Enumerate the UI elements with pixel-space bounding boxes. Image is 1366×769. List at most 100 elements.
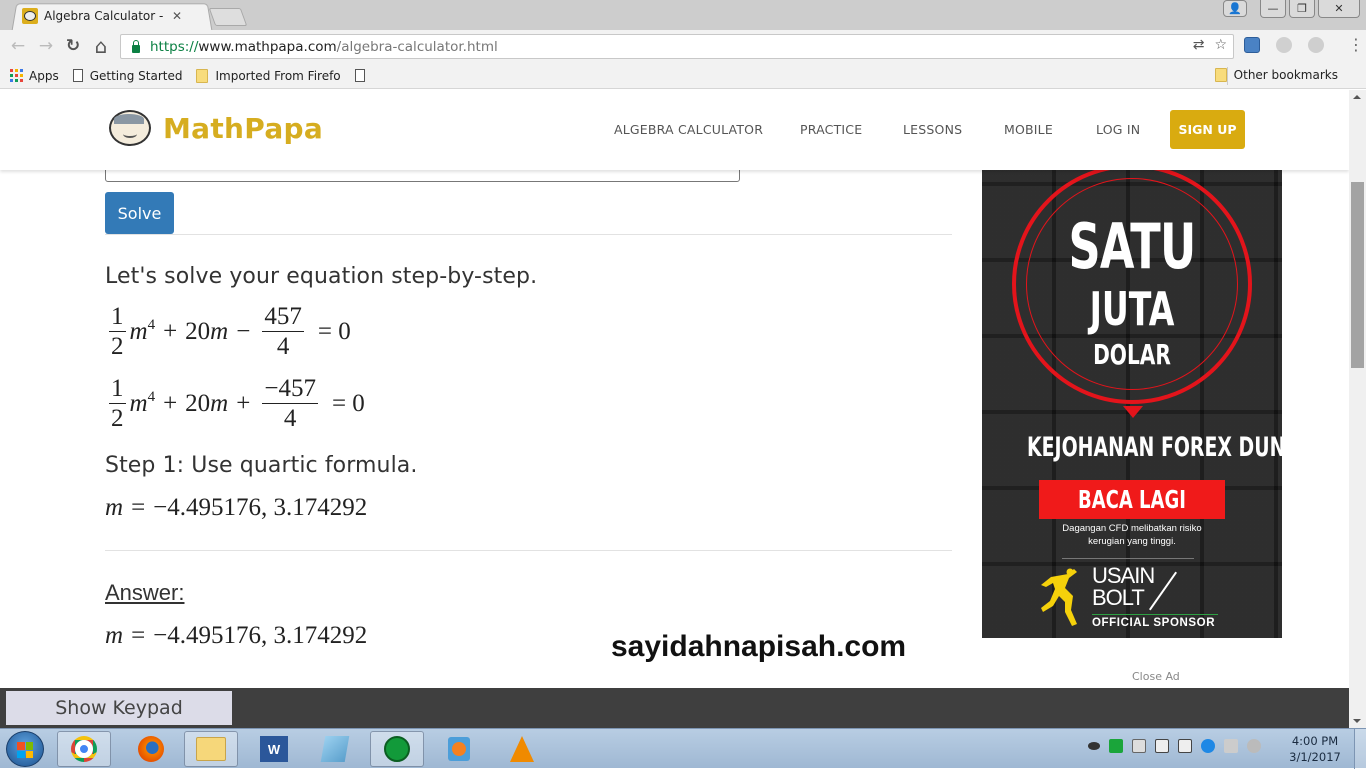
nav-practice[interactable]: PRACTICE: [800, 122, 862, 137]
page-viewport: Solve Let's solve your equation step-by-…: [0, 90, 1349, 688]
start-button[interactable]: [6, 731, 44, 767]
watermark-text: sayidahnapisah.com: [611, 630, 907, 663]
minimize-button[interactable]: —: [1260, 0, 1286, 18]
coefficient: 20: [185, 389, 211, 417]
wifi-icon: [384, 736, 410, 762]
mathpapa-favicon-icon: [22, 8, 38, 24]
browser-tabstrip: Algebra Calculator - Math ✕ 👤 — ❐ ✕: [0, 0, 1366, 31]
home-icon[interactable]: ⌂: [91, 34, 111, 58]
site-logo[interactable]: MathPapa: [109, 110, 323, 146]
profile-icon[interactable]: 👤: [1223, 0, 1247, 17]
power-icon[interactable]: [1178, 739, 1192, 753]
bookmark-apps[interactable]: Apps: [0, 69, 59, 83]
browser-tab-content[interactable]: Algebra Calculator - Math ✕: [22, 6, 182, 26]
notepad-icon: [320, 736, 350, 762]
step-1-result: m = −4.495176, 3.174292: [105, 494, 367, 522]
step-1-text: Step 1: Use quartic formula.: [105, 453, 418, 478]
action-center-flag-icon[interactable]: [1132, 739, 1146, 753]
windows-logo-icon: [17, 742, 33, 758]
show-desktop-button[interactable]: [1354, 729, 1366, 769]
bookmark-untitled[interactable]: [354, 69, 372, 82]
translate-icon[interactable]: ⇄: [1193, 37, 1205, 53]
operator: +: [163, 389, 178, 417]
page-icon: [354, 69, 365, 82]
network-icon[interactable]: [1155, 739, 1169, 753]
bookmark-label: Apps: [29, 68, 59, 83]
solve-button[interactable]: Solve: [105, 192, 174, 234]
new-tab-button[interactable]: [208, 8, 248, 26]
advertisement[interactable]: SATU JUTA DOLAR KEJOHANAN FOREX DUNIA BA…: [982, 170, 1282, 638]
ad-green-rule: [1092, 614, 1218, 615]
exponent: 4: [147, 389, 156, 405]
url-path: /algebra-calculator.html: [336, 38, 498, 55]
ad-disclaimer-line: Dagangan CFD melibatkan risiko: [1062, 523, 1202, 534]
taskbar-vlc[interactable]: [495, 731, 549, 767]
nav-algebra-calculator[interactable]: ALGEBRA CALCULATOR: [614, 122, 763, 137]
scroll-down-arrow-icon[interactable]: [1353, 719, 1361, 723]
reload-icon[interactable]: ↻: [63, 36, 83, 56]
folder-icon: [196, 737, 226, 761]
windows-taskbar: W 4:00 PM 3/1/2017: [0, 728, 1366, 769]
taskbar-media-player[interactable]: [432, 731, 486, 767]
creative-cloud-icon[interactable]: [1088, 742, 1100, 750]
forward-icon[interactable]: →: [36, 36, 56, 56]
taskbar-firefox[interactable]: [124, 731, 178, 767]
taskbar-notepad[interactable]: [308, 731, 362, 767]
taskbar-explorer[interactable]: [184, 731, 238, 767]
system-tray: [1088, 739, 1261, 753]
equals-zero: = 0: [331, 389, 365, 417]
scroll-up-arrow-icon[interactable]: [1353, 95, 1361, 99]
nav-log-in[interactable]: LOG IN: [1096, 122, 1140, 137]
tab-title: Algebra Calculator - Math: [44, 9, 164, 23]
variable: m: [105, 494, 124, 521]
page-scrollbar[interactable]: [1349, 90, 1366, 728]
bookmark-label: Getting Started: [89, 68, 183, 83]
tab-close-icon[interactable]: ✕: [172, 9, 182, 23]
show-keypad-button[interactable]: Show Keypad: [6, 691, 232, 725]
scroll-thumb[interactable]: [1351, 182, 1364, 368]
bookmark-other[interactable]: Other bookmarks: [1214, 68, 1338, 82]
sign-up-button[interactable]: SIGN UP: [1170, 110, 1245, 149]
back-icon[interactable]: ←: [8, 36, 28, 56]
wireless-disconnected-icon[interactable]: [1247, 739, 1261, 753]
folder-icon: [196, 68, 209, 83]
bookmark-imported-from-firefox[interactable]: Imported From Firefo: [196, 68, 341, 83]
taskbar-word[interactable]: W: [247, 731, 301, 767]
ad-brand-line: BOLT: [1092, 585, 1145, 610]
runner-icon: [1041, 568, 1077, 626]
restore-button[interactable]: ❐: [1289, 0, 1315, 18]
nav-lessons[interactable]: LESSONS: [903, 122, 962, 137]
extension-icon-1[interactable]: [1244, 37, 1260, 53]
taskbar-chrome[interactable]: [57, 731, 111, 767]
bookmark-star-icon[interactable]: ☆: [1214, 37, 1227, 53]
folder-icon: [1214, 68, 1227, 82]
close-window-button[interactable]: ✕: [1318, 0, 1360, 18]
close-ad-link[interactable]: Close Ad: [1132, 670, 1180, 683]
chrome-icon: [71, 736, 97, 762]
fraction-a: 12: [109, 303, 126, 360]
operator: +: [163, 317, 178, 345]
ad-cta-button[interactable]: BACA LAGI: [1039, 480, 1225, 519]
keypad-bar: Show Keypad: [0, 688, 1349, 728]
sync-icon[interactable]: [1109, 739, 1123, 753]
browser-toolbar: ← → ↻ ⌂ https://www.mathpapa.com/algebra…: [0, 30, 1366, 63]
page-content: Solve Let's solve your equation step-by-…: [0, 90, 1349, 688]
search-extension-icon[interactable]: [1276, 37, 1292, 53]
taskbar-network[interactable]: [370, 731, 424, 767]
taskbar-clock[interactable]: 4:00 PM 3/1/2017: [1280, 733, 1350, 765]
address-bar[interactable]: https://www.mathpapa.com/algebra-calcula…: [120, 34, 1234, 59]
coefficient: 20: [185, 317, 211, 345]
exponent: 4: [147, 317, 156, 333]
nav-mobile[interactable]: MOBILE: [1004, 122, 1053, 137]
ad-divider: [1062, 558, 1194, 559]
operator: +: [236, 389, 251, 417]
equation-line-2: 12 m4 + 20 m + −457 4 = 0: [105, 376, 365, 431]
extension-icon-3[interactable]: [1308, 37, 1324, 53]
grammarly-icon[interactable]: [1201, 739, 1215, 753]
site-header: MathPapa ALGEBRA CALCULATOR PRACTICE LES…: [0, 90, 1349, 170]
volume-icon[interactable]: [1224, 739, 1238, 753]
result-values: −4.495176, 3.174292: [153, 494, 368, 521]
equation-line-1: 12 m4 + 20 m − 457 4 = 0: [105, 304, 351, 359]
chrome-menu-icon[interactable]: ⋮: [1348, 37, 1364, 53]
bookmark-getting-started[interactable]: Getting Started: [72, 68, 183, 83]
